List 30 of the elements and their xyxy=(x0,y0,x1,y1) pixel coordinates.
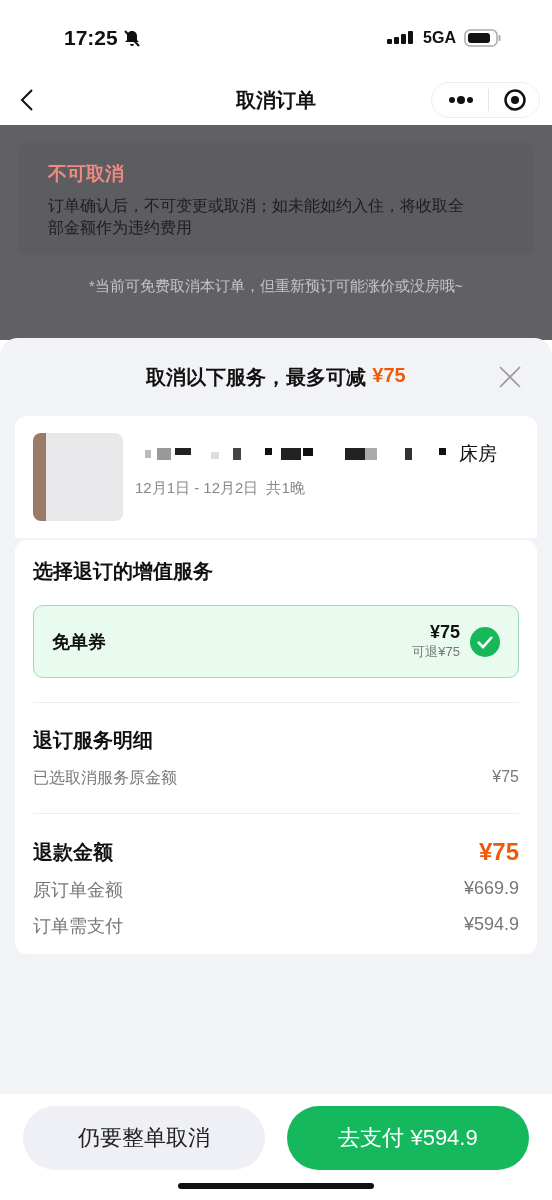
stay-dates: 12月1日 - 12月2日 xyxy=(135,479,259,498)
night-count: 共1晚 xyxy=(266,479,305,498)
amount-label: 原订单金额 xyxy=(33,879,123,902)
notice-title: 不可取消 xyxy=(48,162,125,186)
page-title: 取消订单 xyxy=(236,87,316,113)
close-icon[interactable] xyxy=(498,365,522,389)
more-icon[interactable] xyxy=(448,95,474,105)
status-time: 17:25 xyxy=(64,25,118,50)
detail-value: ¥75 xyxy=(492,768,519,787)
refund-amount: ¥75 xyxy=(478,838,519,866)
amount-label: 订单需支付 xyxy=(33,915,123,938)
network-label: 5GA xyxy=(423,28,456,47)
cancel-order-button[interactable]: 仍要整单取消 xyxy=(23,1106,265,1170)
amount-value: ¥594.9 xyxy=(463,914,519,936)
close-target-icon[interactable] xyxy=(503,88,527,112)
section-heading: 退订服务明细 xyxy=(33,728,154,753)
service-option[interactable]: 免单券 ¥75 可退¥75 xyxy=(33,605,519,678)
room-name: 床房 xyxy=(459,442,497,466)
refund-label: 退款金额 xyxy=(33,839,113,865)
sheet-title: 取消以下服务，最多可减 xyxy=(146,364,367,390)
amount-value: ¥669.9 xyxy=(463,878,519,900)
max-reduction-amount: ¥75 xyxy=(372,363,406,388)
notice-note: *当前可免费取消本订单，但重新预订可能涨价或没房哦~ xyxy=(87,277,465,296)
back-icon[interactable] xyxy=(20,88,34,112)
signal-icon xyxy=(387,29,416,46)
notice-text: 订单确认后，不可变更或取消；如未能如约入住，将收取全部金额作为违约费用 xyxy=(48,196,464,238)
check-icon xyxy=(470,626,500,657)
battery-icon xyxy=(464,28,502,47)
section-heading: 选择退订的增值服务 xyxy=(33,559,214,584)
detail-label: 已选取消服务原金额 xyxy=(33,768,177,788)
